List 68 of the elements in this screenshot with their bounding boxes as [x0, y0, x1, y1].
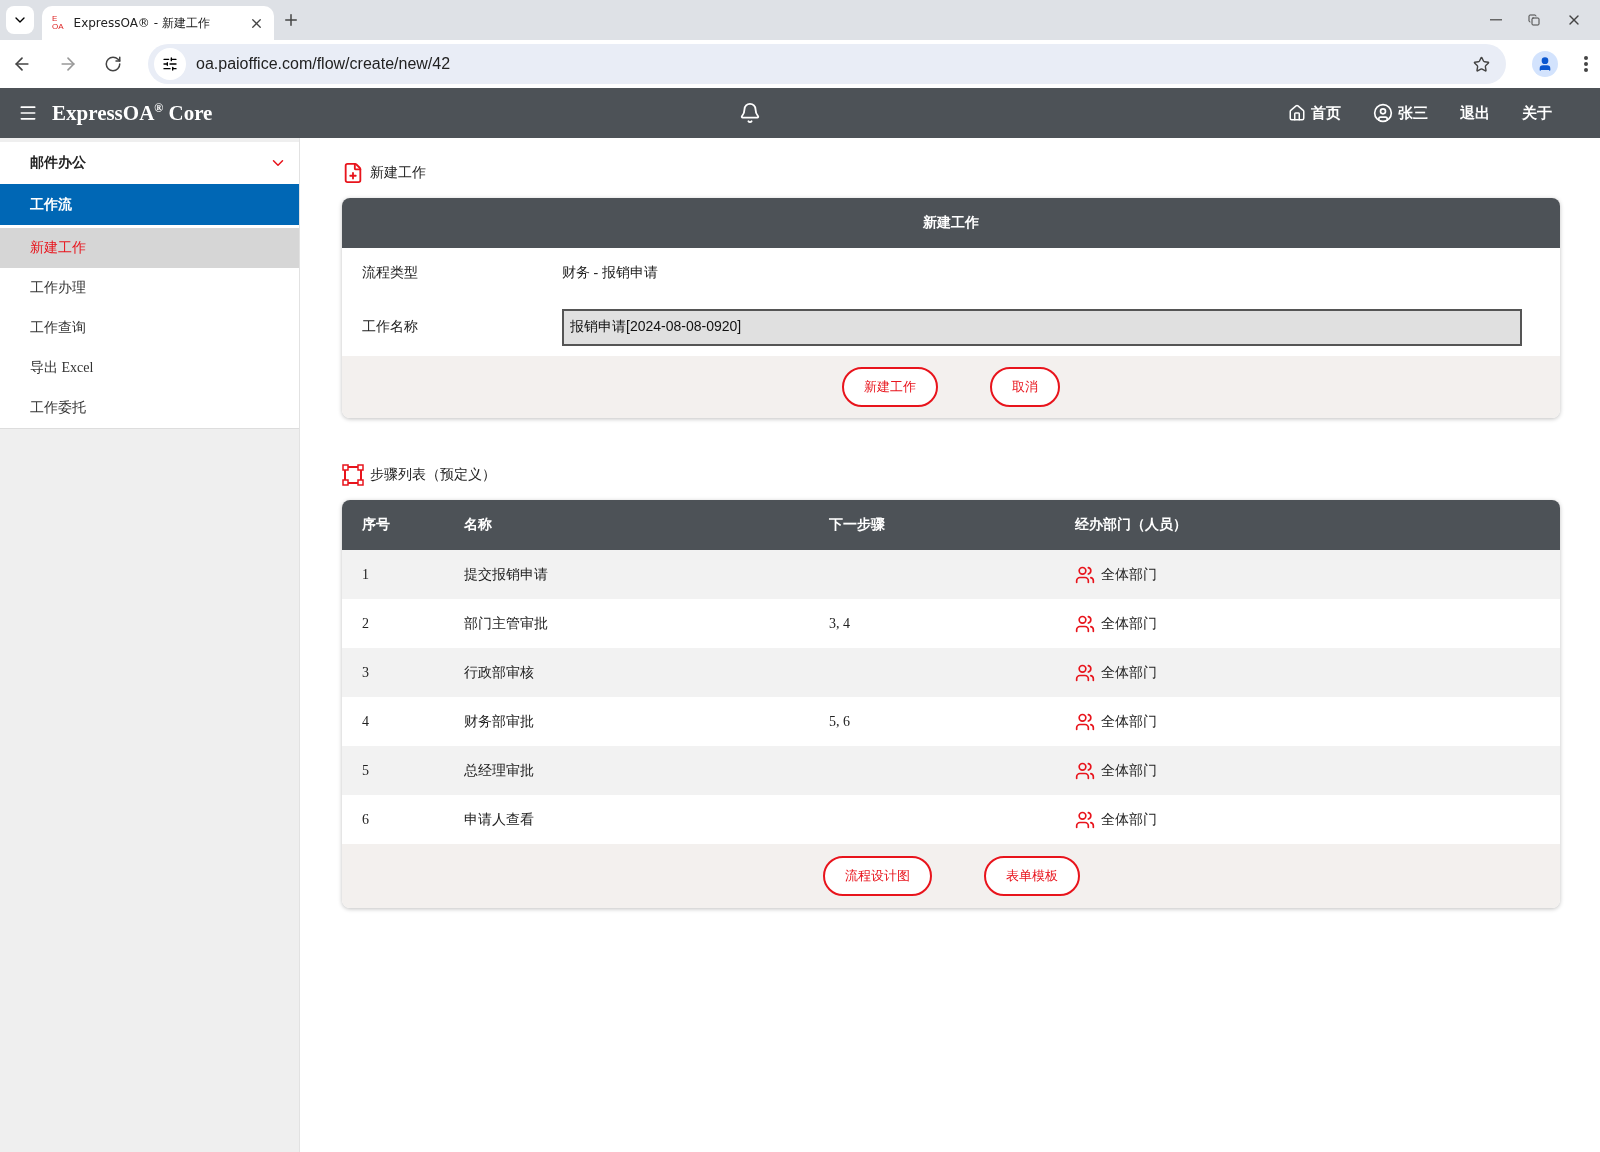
users-icon	[1075, 662, 1095, 683]
notification-bell-button[interactable]	[739, 102, 762, 124]
new-tab-button[interactable]	[282, 11, 300, 29]
users-icon	[1075, 564, 1095, 585]
nav-link[interactable]: 退出	[1460, 103, 1490, 123]
column-header: 下一步骤	[809, 500, 1055, 550]
nav-link[interactable]: 关于	[1522, 103, 1552, 123]
table-cell: 全体部门	[1101, 565, 1157, 584]
nav-link[interactable]: 张三	[1373, 103, 1428, 123]
action-button[interactable]: 新建工作	[842, 367, 938, 407]
menu-button[interactable]	[18, 103, 38, 123]
reload-button[interactable]	[104, 55, 122, 73]
table-cell: 1	[362, 566, 369, 583]
section-heading: 新建工作	[370, 164, 426, 182]
column-header: 序号	[342, 500, 444, 550]
action-button[interactable]: 流程设计图	[822, 856, 932, 896]
brand-logo: ExpressOA$^{®}$ Core	[52, 100, 213, 126]
table-cell: 申请人查看	[464, 810, 534, 829]
table-cell: 3, 4	[829, 615, 850, 632]
action-button[interactable]: 取消	[990, 367, 1060, 407]
field-value: 财务 - 报销申请	[562, 264, 658, 282]
profile-button[interactable]	[1532, 51, 1558, 77]
bookmark-star-button[interactable]	[1473, 55, 1490, 73]
person-icon	[1537, 56, 1553, 72]
section-heading: 步骤列表（预定义）	[370, 466, 496, 484]
column-header: 名称	[444, 500, 809, 550]
more-vertical-icon	[1584, 56, 1588, 72]
users-icon	[1075, 760, 1095, 781]
file-plus-icon	[342, 162, 364, 184]
table-cell: 全体部门	[1101, 663, 1157, 682]
sidebar-section-title: 工作流	[0, 184, 299, 225]
tab-list-button[interactable]	[6, 6, 34, 34]
table-cell: 全体部门	[1101, 712, 1157, 731]
table-cell: 5, 6	[829, 713, 850, 730]
users-icon	[1075, 613, 1095, 634]
minimize-icon	[1490, 19, 1502, 21]
field-label: 流程类型	[362, 264, 419, 282]
table-cell: 总经理审批	[464, 761, 534, 780]
table-cell: 5	[362, 762, 369, 779]
browser-menu-button[interactable]	[1584, 56, 1588, 72]
action-button[interactable]: 表单模板	[983, 856, 1080, 896]
browser-tab[interactable]: E OA ExpressOA® - 新建工作	[42, 6, 274, 40]
sliders-icon	[162, 56, 178, 72]
frame-corners-icon	[342, 464, 364, 486]
nav-link[interactable]: 首页	[1288, 103, 1341, 123]
users-icon	[1075, 711, 1095, 732]
table-cell: 全体部门	[1101, 614, 1157, 633]
field-label: 工作名称	[362, 318, 419, 336]
users-icon	[1075, 809, 1095, 830]
column-header: 经办部门（人员）	[1055, 500, 1560, 550]
work-name-input[interactable]: 报销申请[2024-08-08-0920]	[562, 308, 1522, 346]
favicon: E OA	[52, 15, 64, 31]
table-cell: 4	[362, 713, 369, 730]
table-cell: 财务部审批	[464, 712, 534, 731]
table-cell: 2	[362, 615, 369, 632]
home-icon	[1288, 104, 1306, 122]
table-cell: 全体部门	[1101, 810, 1157, 829]
tab-title: ExpressOA® - 新建工作	[73, 14, 211, 32]
user-icon	[1373, 103, 1393, 123]
table-cell: 3	[362, 664, 369, 681]
site-settings-button[interactable]	[154, 48, 186, 80]
table-cell: 6	[362, 811, 369, 828]
card-title: 新建工作	[342, 198, 1560, 248]
table-cell: 全体部门	[1101, 761, 1157, 780]
table-cell: 行政部审核	[464, 663, 534, 682]
restore-button[interactable]	[1528, 12, 1540, 28]
table-cell: 部门主管审批	[464, 614, 548, 633]
table-cell: 提交报销申请	[464, 565, 548, 584]
